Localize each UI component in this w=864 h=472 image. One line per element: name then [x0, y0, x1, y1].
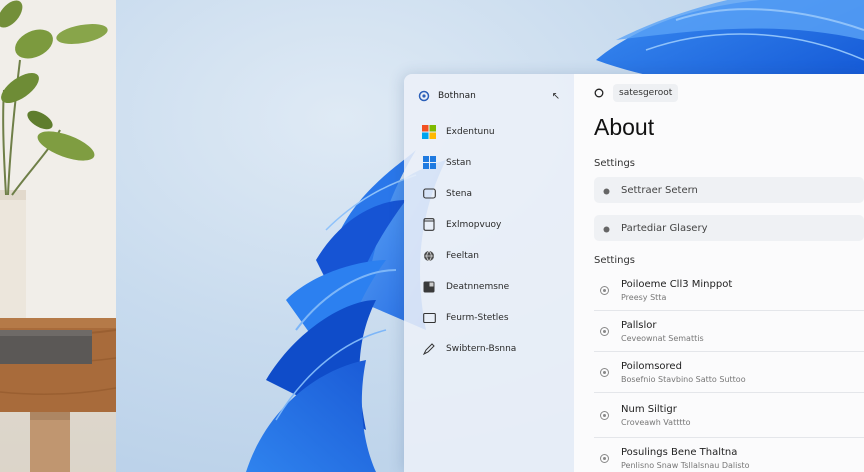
list-item-subtitle: Penlisno Snaw Tsllalsnau Dalisto [621, 460, 750, 470]
phone-icon [422, 218, 436, 232]
desktop: Bothnan ↖ Exdentunu Sstan Stena Exlmopvu… [0, 0, 864, 472]
list-item-title: Num Siltigr [621, 403, 677, 415]
globe-icon [422, 249, 436, 263]
pen-icon [422, 342, 436, 356]
nav-item-7[interactable]: Swibtern-Bsnna [404, 333, 574, 364]
folder-icon [422, 311, 436, 325]
settings-gear-icon [602, 219, 611, 238]
setting-field-label: Partediar Glasery [621, 222, 708, 234]
nav-item-label: Stena [446, 188, 472, 199]
list-item-subtitle: Bosefnio Stavbino Satto Suttoo [621, 374, 746, 384]
list-item-subtitle: Preesy Stta [621, 292, 667, 302]
list-item-title: Posulings Bene Thaltna [621, 446, 738, 458]
nav-header-title: Bothnan [438, 91, 476, 101]
settings-nav-pane: Bothnan ↖ Exdentunu Sstan Stena Exlmopvu… [404, 74, 574, 472]
nav-item-label: Exlmopvuoy [446, 219, 502, 230]
setting-field-0[interactable]: Settraer Setern [594, 177, 864, 203]
list-item[interactable]: Poiloeme Cll3 Minppot Preesy Stta [594, 270, 864, 311]
radio-icon [600, 326, 609, 336]
nav-item-2[interactable]: Stena [404, 178, 574, 209]
list-item-subtitle: Croveawh Vatttto [621, 417, 691, 427]
settings-app-icon [418, 87, 430, 106]
setting-field-label: Settraer Setern [621, 184, 698, 196]
nav-item-4[interactable]: Feeltan [404, 240, 574, 271]
photo-background [0, 0, 116, 472]
nav-item-1[interactable]: Sstan [404, 147, 574, 178]
setting-field-1[interactable]: Partediar Glasery [594, 215, 864, 241]
settings-main-pane: satesgeroot About Settings Settraer Sete… [574, 74, 864, 472]
display-icon [422, 187, 436, 201]
section-label: Settings [594, 255, 636, 266]
nav-header: Bothnan ↖ [404, 84, 574, 108]
search-input[interactable]: satesgeroot [613, 84, 679, 102]
radio-icon [600, 367, 609, 377]
radio-icon [600, 453, 609, 463]
nav-item-label: Deatnnemsne [446, 281, 510, 292]
search-row: satesgeroot [594, 82, 864, 104]
list-item[interactable]: Poilomsored Bosefnio Stavbino Satto Sutt… [594, 352, 864, 393]
search-icon[interactable] [594, 84, 605, 103]
nav-item-0[interactable]: Exdentunu [404, 116, 574, 147]
pin-icon[interactable]: ↖ [552, 91, 560, 102]
settings-window: Bothnan ↖ Exdentunu Sstan Stena Exlmopvu… [404, 74, 864, 472]
windows-grid-icon [422, 156, 436, 170]
list-item-subtitle: Ceveownat Semattis [621, 333, 704, 343]
list-item-title: Poiloeme Cll3 Minppot [621, 278, 733, 290]
windows-logo-icon [422, 124, 436, 139]
radio-icon [600, 410, 609, 420]
apps-icon [422, 280, 436, 294]
nav-item-label: Sstan [446, 157, 472, 168]
plant-table-illustration [0, 0, 116, 472]
nav-item-3[interactable]: Exlmopvuoy [404, 209, 574, 240]
section-label: Settings [594, 158, 636, 169]
radio-icon [600, 285, 609, 295]
list-item[interactable]: Num Siltigr Croveawh Vatttto [594, 393, 864, 438]
list-item[interactable]: Posulings Bene Thaltna Penlisno Snaw Tsl… [594, 438, 864, 472]
nav-item-label: Feeltan [446, 250, 480, 261]
list-item-title: Pallslor [621, 319, 657, 331]
nav-item-label: Swibtern-Bsnna [446, 343, 517, 354]
page-title: About [594, 114, 655, 140]
settings-gear-icon [602, 181, 611, 200]
nav-item-label: Exdentunu [446, 126, 495, 137]
settings-list: Poiloeme Cll3 Minppot Preesy Stta Pallsl… [594, 270, 864, 472]
nav-item-5[interactable]: Deatnnemsne [404, 271, 574, 302]
nav-item-label: Feurm-Stetles [446, 312, 509, 323]
list-item[interactable]: Pallslor Ceveownat Semattis [594, 311, 864, 352]
list-item-title: Poilomsored [621, 360, 682, 372]
nav-item-6[interactable]: Feurm-Stetles [404, 302, 574, 333]
